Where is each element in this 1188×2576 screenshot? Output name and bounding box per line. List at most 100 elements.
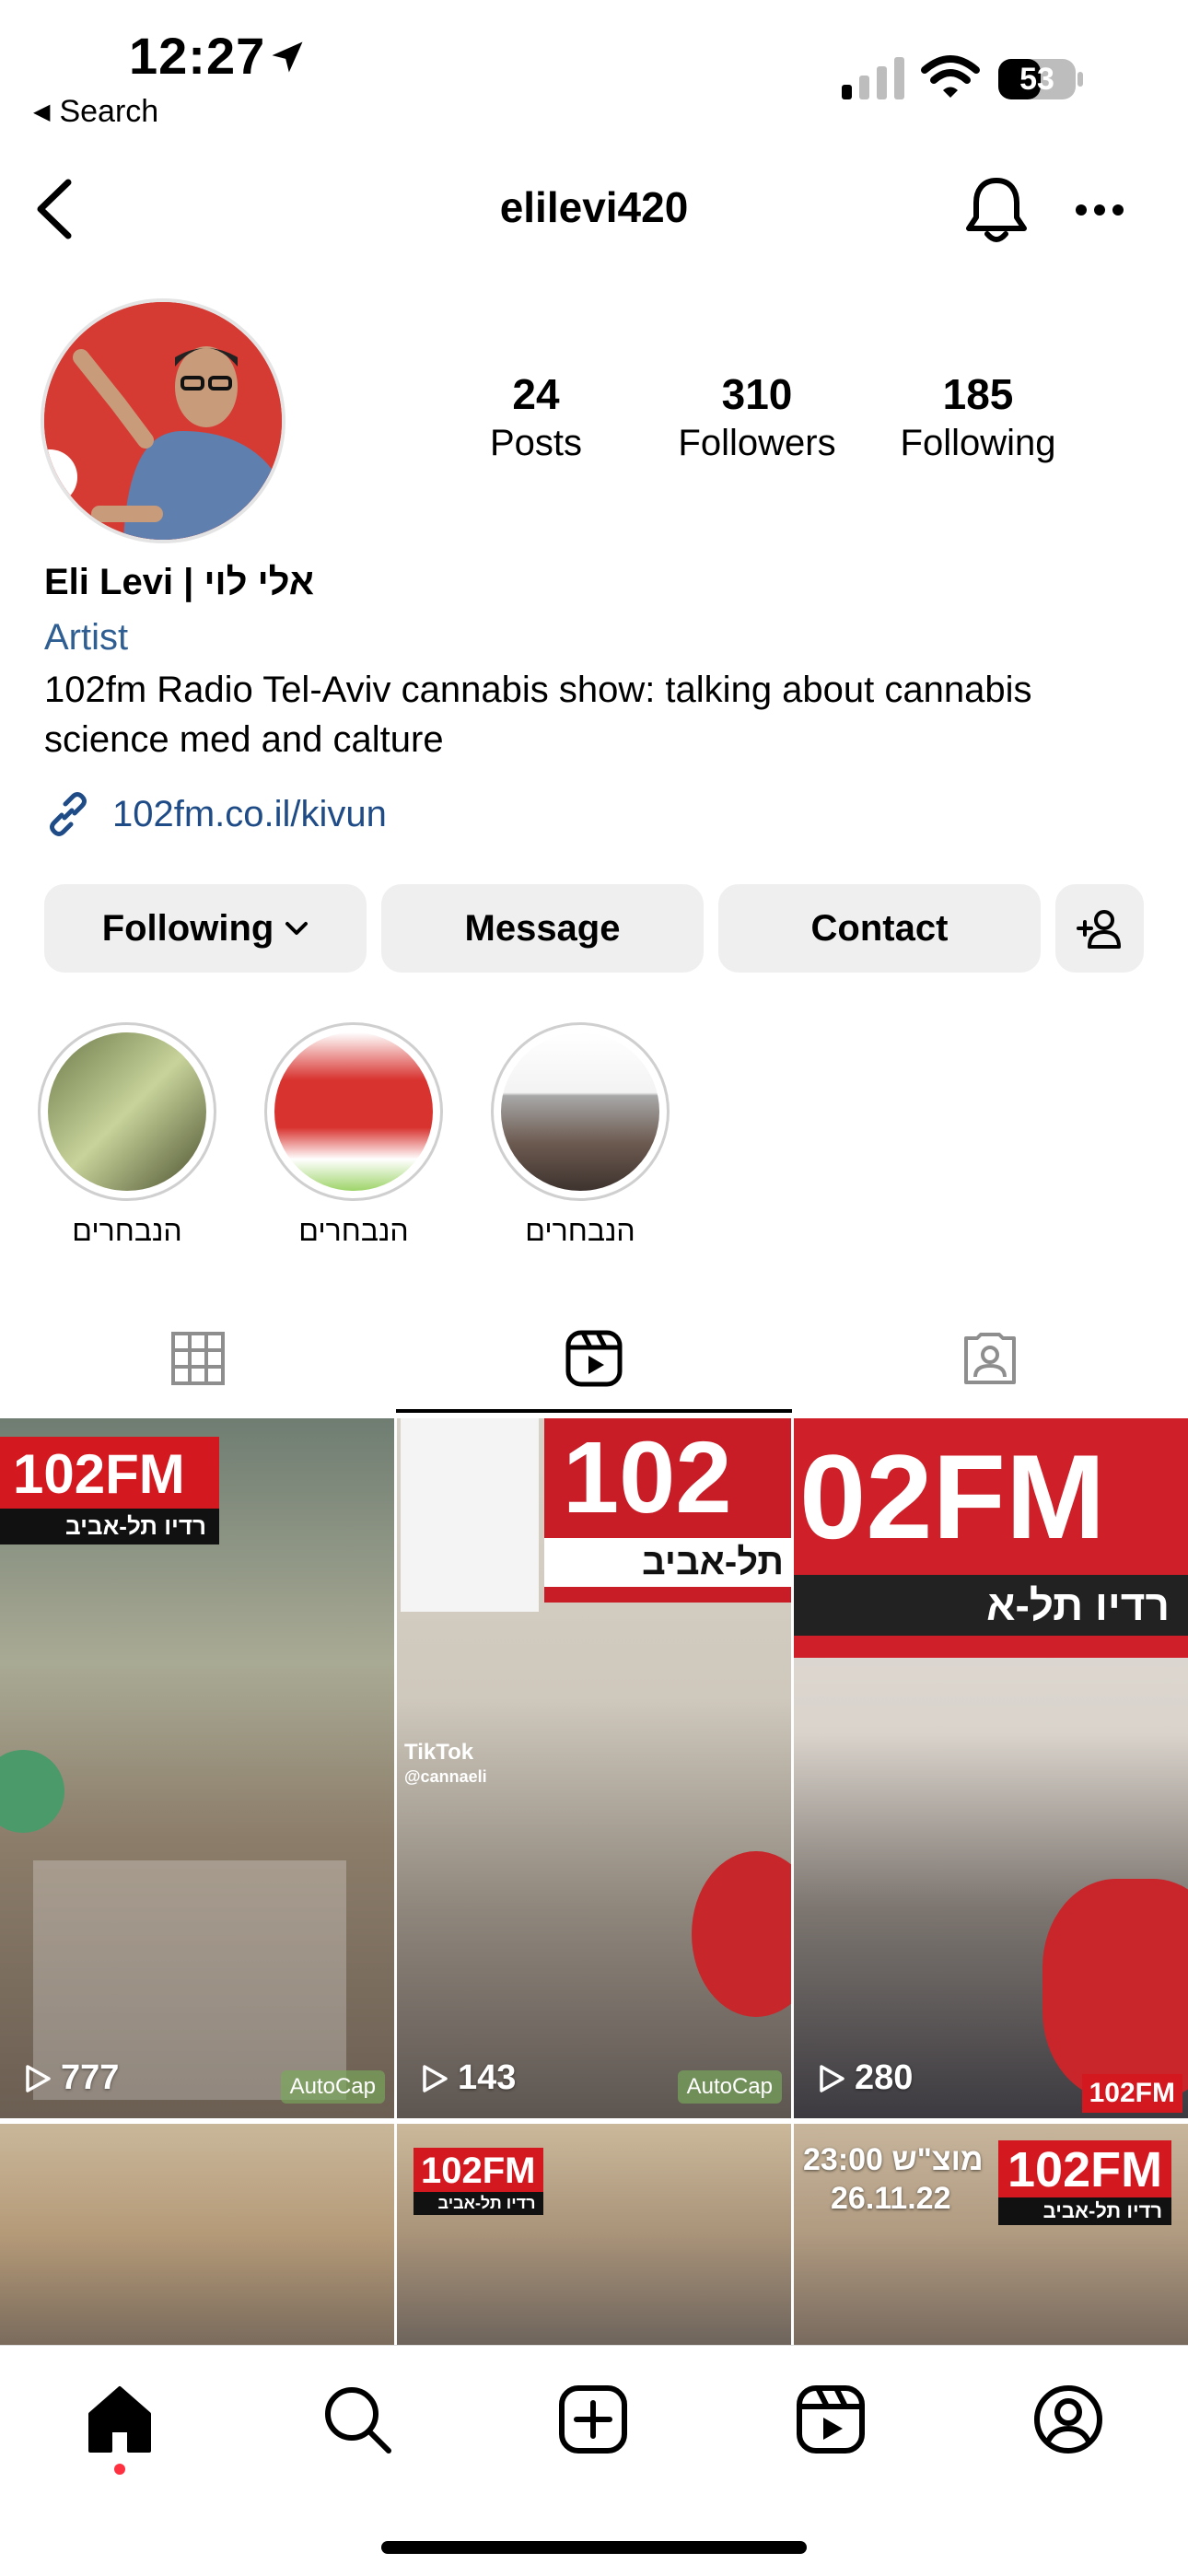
story-highlight[interactable]: הנבחרים: [35, 1022, 219, 1248]
tagged-person-icon: [964, 1333, 1016, 1384]
brand-logo-subtitle: רדיו תל-א: [794, 1575, 1188, 1636]
highlight-ring: [38, 1022, 216, 1201]
message-button-label: Message: [464, 907, 621, 949]
view-count: 280: [818, 2058, 913, 2098]
reel-thumbnail[interactable]: 102 תל-אביב TikTok @cannaeli 143 AutoCap: [397, 1418, 791, 2118]
tab-reels[interactable]: [396, 1308, 792, 1409]
autocap-watermark: AutoCap: [280, 2070, 385, 2104]
location-arrow-icon: [272, 41, 303, 73]
brand-logo-text: 102FM: [13, 1443, 185, 1505]
add-user-icon: [1077, 910, 1121, 949]
notification-bell-icon[interactable]: [965, 175, 1028, 245]
brand-logo-text: 102FM: [421, 2151, 536, 2191]
corner-logo: 102FM: [1081, 2074, 1182, 2113]
followers-label: Followers: [678, 423, 836, 463]
highlight-label: הנבחרים: [72, 1214, 182, 1247]
play-icon: [26, 2064, 51, 2092]
play-icon: [423, 2064, 448, 2092]
blurred-overlay: [401, 1418, 539, 1612]
profile-icon[interactable]: [1031, 2383, 1105, 2456]
studio-table: [692, 1851, 791, 2017]
brand-logo: 02FM רדיו תל-א: [794, 1418, 1188, 1658]
reel-thumbnail[interactable]: מוצ"ש 23:00 26.11.22 102FM רדיו תל-אביב: [794, 2124, 1188, 2345]
profile-avatar[interactable]: [44, 302, 282, 540]
highlight-cover: [501, 1032, 659, 1191]
active-tab-indicator: [396, 1409, 792, 1413]
create-post-icon[interactable]: [556, 2383, 630, 2456]
view-count: 143: [421, 2058, 516, 2098]
profile-link-text: 102fm.co.il/kivun: [112, 793, 387, 834]
highlight-ring: [491, 1022, 670, 1201]
grid-icon: [171, 1332, 225, 1385]
back-triangle-icon: ◀: [33, 99, 51, 124]
autocap-watermark: AutoCap: [677, 2070, 782, 2104]
display-name: Eli Levi | אלי לוי: [44, 562, 315, 602]
brand-logo: 102FM רדיו תל-אביב: [0, 1437, 219, 1544]
date-overlay-line1: מוצ"ש 23:00: [803, 2142, 984, 2177]
studio-table: [1042, 1879, 1188, 2100]
avatar-image: [44, 302, 282, 540]
brand-logo-text: 02FM: [799, 1429, 1106, 1564]
search-icon[interactable]: [320, 2383, 394, 2456]
back-to-search[interactable]: ◀ Search: [33, 94, 158, 130]
tiktok-user: @cannaeli: [404, 1767, 487, 1786]
reels-icon[interactable]: [794, 2383, 868, 2456]
reel-thumbnail[interactable]: 02FM רדיו תל-א 102FM 280: [794, 1418, 1188, 2118]
highlight-ring: [264, 1022, 443, 1201]
tab-tagged[interactable]: [792, 1308, 1188, 1409]
following-button-label: Following: [101, 907, 274, 949]
brand-logo-text: 102FM: [1007, 2142, 1163, 2197]
status-time: 12:27: [129, 27, 266, 85]
brand-logo-subtitle: רדיו תל-אביב: [998, 2197, 1172, 2225]
tab-posts-grid[interactable]: [0, 1308, 396, 1409]
highlight-cover: [48, 1032, 206, 1191]
posts-count[interactable]: 24 Posts: [435, 368, 637, 466]
view-count: 777: [24, 2058, 119, 2098]
link-icon: [50, 792, 87, 836]
following-count[interactable]: 185 Following: [877, 368, 1079, 466]
wifi-icon: [921, 55, 980, 98]
story-highlight[interactable]: הנבחרים: [488, 1022, 672, 1248]
home-indicator: [381, 2541, 807, 2554]
profile-bio: 102fm Radio Tel-Aviv cannabis show: talk…: [44, 670, 1032, 760]
suggested-users-button[interactable]: [1055, 884, 1144, 973]
tiktok-label: TikTok: [404, 1740, 474, 1765]
bottom-tab-bar: [0, 2345, 1188, 2576]
reel-thumbnail[interactable]: 102FM רדיו תל-אביב: [397, 2124, 791, 2345]
story-highlight[interactable]: הנבחרים: [262, 1022, 446, 1248]
highlight-label: הנבחרים: [298, 1214, 409, 1247]
battery-level: 53: [1019, 61, 1054, 97]
balloon-shape: [0, 1750, 64, 1833]
chevron-down-icon: [285, 922, 309, 935]
posts-label: Posts: [489, 423, 583, 463]
contact-button[interactable]: Contact: [718, 884, 1041, 973]
highlight-cover: [274, 1032, 433, 1191]
following-number: 185: [942, 370, 1014, 418]
view-count-number: 143: [458, 2058, 517, 2097]
back-app-label: Search: [59, 94, 159, 129]
following-button[interactable]: Following: [44, 884, 367, 973]
tiktok-watermark: TikTok @cannaeli: [404, 1741, 487, 1789]
notification-dot: [114, 2464, 125, 2475]
highlight-label: הנבחרים: [525, 1214, 635, 1247]
cellular-signal-icon: [842, 57, 904, 99]
profile-category: Artist: [44, 617, 129, 658]
view-count-number: 777: [61, 2058, 120, 2097]
reel-thumbnail[interactable]: [0, 2124, 394, 2345]
reels-icon: [565, 1330, 623, 1387]
more-options-icon[interactable]: [1074, 201, 1125, 219]
reel-thumbnail[interactable]: 102FM רדיו תל-אביב 777 AutoCap: [0, 1418, 394, 2118]
message-button[interactable]: Message: [381, 884, 704, 973]
brand-logo: 102 תל-אביב: [544, 1418, 791, 1603]
battery-indicator: 53: [996, 57, 1085, 101]
posts-number: 24: [512, 370, 560, 418]
following-label: Following: [900, 423, 1056, 463]
followers-count[interactable]: 310 Followers: [656, 368, 858, 466]
brand-logo-subtitle: רדיו תל-אביב: [0, 1509, 219, 1544]
contact-button-label: Contact: [810, 907, 949, 949]
profile-link[interactable]: 102fm.co.il/kivun: [44, 790, 387, 838]
date-overlay-line2: 26.11.22: [831, 2181, 951, 2216]
home-icon[interactable]: [83, 2383, 157, 2456]
brand-logo-text: 102: [563, 1421, 732, 1534]
followers-number: 310: [721, 370, 793, 418]
